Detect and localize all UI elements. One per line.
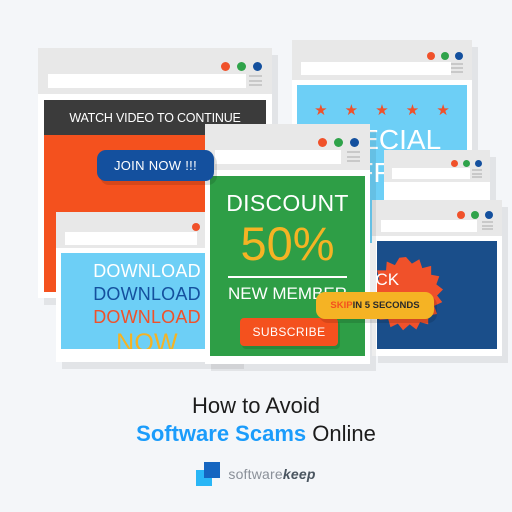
click-here-line1: CLICK [377,270,400,289]
traffic-light-dots [457,211,493,219]
hamburger-menu-icon[interactable] [482,221,493,230]
browser-title-bar [292,40,472,80]
close-dot-icon[interactable] [221,62,230,71]
star-icon: ★ [405,102,420,119]
minimize-dot-icon[interactable] [334,138,343,147]
minimize-dot-icon[interactable] [463,160,470,167]
maximize-dot-icon[interactable] [485,211,493,219]
maximize-dot-icon[interactable] [455,52,463,60]
address-bar-input[interactable] [65,232,197,245]
click-here-popup-window[interactable]: CLICK HERE [372,200,502,356]
subscribe-button[interactable]: SUBSCRIBE [240,318,338,346]
address-bar-input[interactable] [48,74,246,88]
minimize-dot-icon[interactable] [441,52,449,60]
browser-title-bar [38,48,272,94]
star-icon: ★ [375,102,389,119]
traffic-light-dots [221,62,262,71]
close-dot-icon[interactable] [427,52,435,60]
brand-name-light: software [228,466,283,482]
caption-line-1: How to Avoid [191,393,320,418]
discount-popup-content: DISCOUNT 50% NEW MEMBER SUBSCRIBE [210,176,365,356]
caption-highlight: Software Scams [136,421,307,446]
hamburger-menu-icon[interactable] [472,169,482,178]
close-dot-icon[interactable] [451,160,458,167]
address-bar-input[interactable] [301,62,451,75]
address-bar-input[interactable] [392,168,470,179]
browser-title-bar [384,150,490,182]
join-now-button[interactable]: JOIN NOW !!! [97,150,214,181]
join-now-button-label: JOIN NOW !!! [113,158,198,173]
hamburger-menu-icon[interactable] [347,151,360,162]
close-dot-icon[interactable] [318,138,327,147]
traffic-light-dots [451,160,482,167]
watch-video-banner-label: WATCH VIDEO TO CONTINUE [69,110,241,125]
softwarekeep-logo-icon [196,462,221,486]
caption-tail: Online [306,421,376,446]
maximize-dot-icon[interactable] [475,160,482,167]
minimize-dot-icon[interactable] [471,211,479,219]
browser-title-bar [372,200,502,236]
skip-word-label: SKIP [330,300,353,311]
brand-name: softwarekeep [228,466,315,482]
brand-lockup: softwarekeep [0,462,512,486]
star-icon: ★ [436,102,450,119]
address-bar-input[interactable] [381,220,477,232]
address-bar-input[interactable] [215,150,341,164]
skip-countdown-label: IN 5 SECONDS [352,300,420,311]
discount-percent: 50% [240,217,335,270]
discount-divider [228,276,347,278]
close-dot-icon[interactable] [457,211,465,219]
maximize-dot-icon[interactable] [350,138,359,147]
close-dot-icon[interactable] [192,223,200,231]
logo-square-overlap [204,470,213,478]
traffic-light-dots [318,138,359,147]
skip-ad-button[interactable]: SKIP IN 5 SECONDS [316,292,434,319]
discount-title: DISCOUNT [226,190,349,216]
star-icon: ★ [344,102,359,119]
hamburger-menu-icon[interactable] [249,75,262,86]
subscribe-button-label: SUBSCRIBE [252,325,326,339]
minimize-dot-icon[interactable] [237,62,246,71]
traffic-light-dots [427,52,463,60]
maximize-dot-icon[interactable] [253,62,262,71]
hamburger-menu-icon[interactable] [451,63,463,73]
discount-popup-window[interactable]: DISCOUNT 50% NEW MEMBER SUBSCRIBE [205,124,370,364]
star-icon: ★ [314,102,328,119]
brand-name-bold: keep [282,466,316,482]
caption-line-2: Software Scams Online [0,420,512,448]
caption-block: How to Avoid Software Scams Online [0,392,512,448]
star-rating-row: ★ ★ ★ ★ ★ [297,103,467,118]
browser-title-bar [205,124,370,170]
